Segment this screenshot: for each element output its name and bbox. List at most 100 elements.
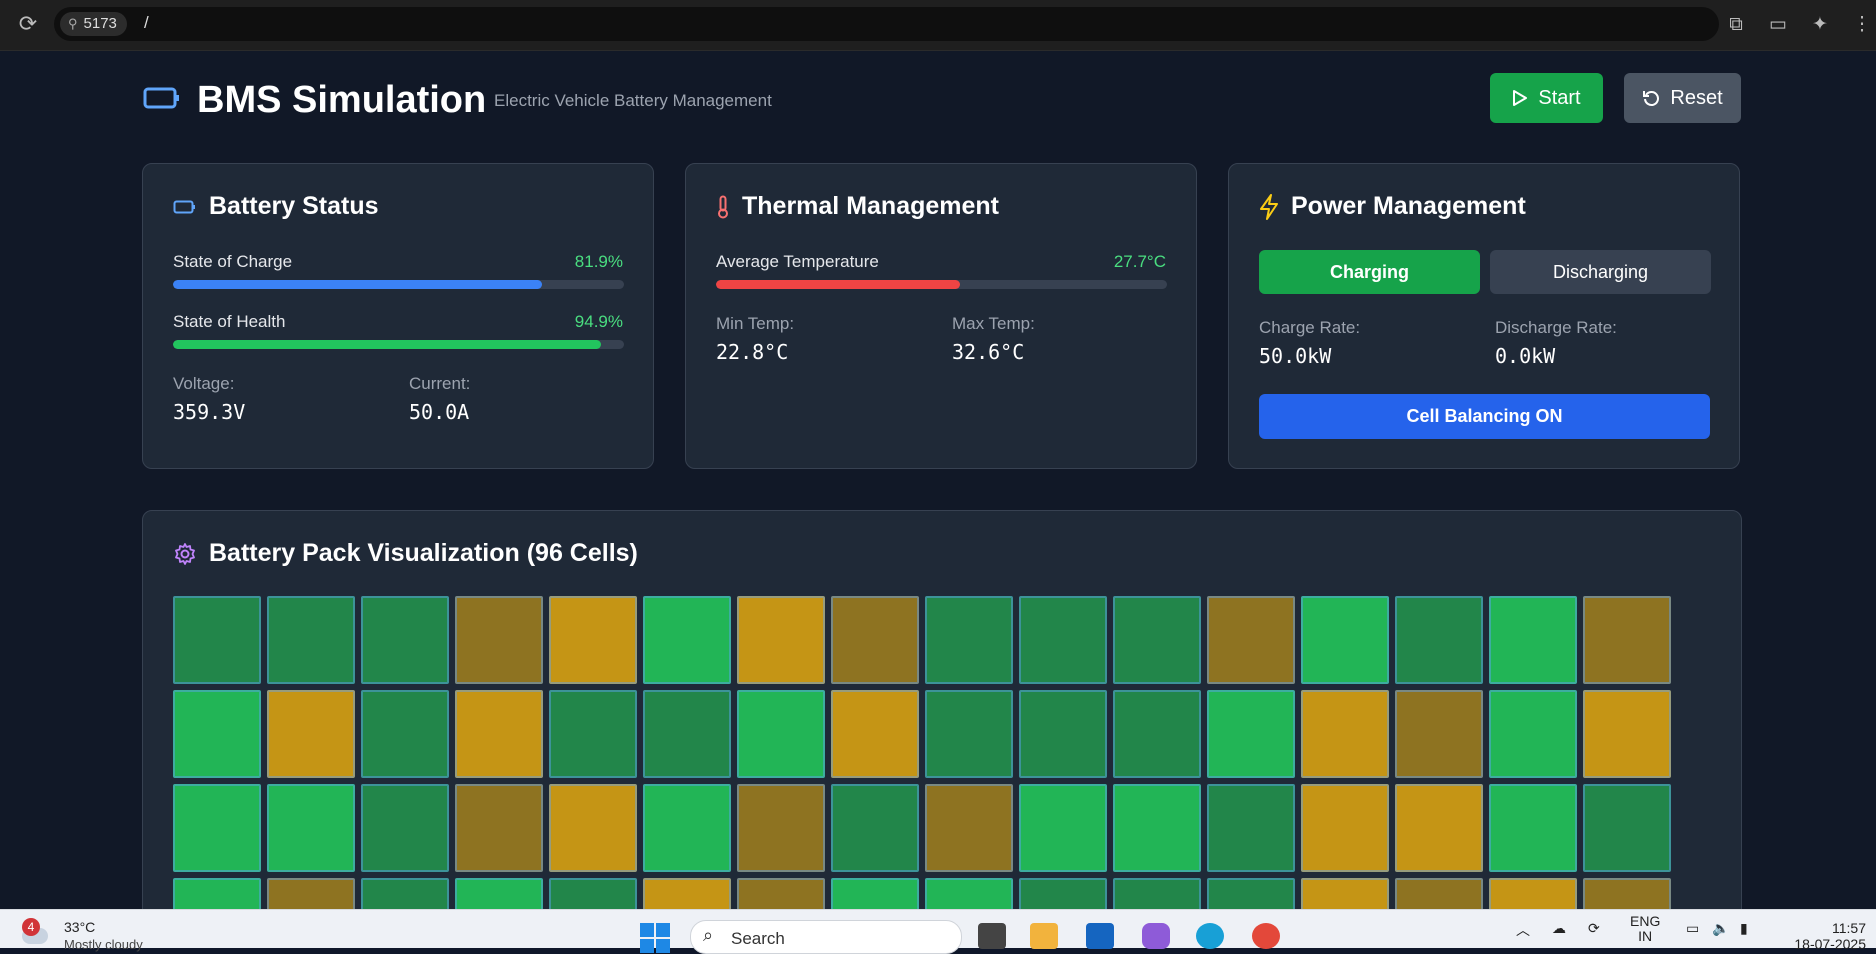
- battery-cell[interactable]: [267, 784, 355, 872]
- battery-cell[interactable]: [643, 690, 731, 778]
- battery-cell[interactable]: [925, 690, 1013, 778]
- battery-cell[interactable]: [737, 690, 825, 778]
- battery-cell[interactable]: [831, 784, 919, 872]
- battery-cell[interactable]: [1583, 596, 1671, 684]
- battery-cell[interactable]: [361, 784, 449, 872]
- battery-cell[interactable]: [1395, 784, 1483, 872]
- battery-status-heading: Battery Status: [173, 192, 379, 221]
- reset-icon: [1643, 91, 1660, 106]
- battery-cell[interactable]: [361, 690, 449, 778]
- file-explorer-icon[interactable]: [1030, 923, 1058, 949]
- temp-bar-fill: [716, 280, 960, 289]
- lightning-icon: [1260, 193, 1278, 220]
- reload-icon[interactable]: ⟳: [14, 10, 42, 38]
- onedrive-icon[interactable]: ☁: [1552, 920, 1566, 937]
- taskbar: 4 33°C Mostly cloudy ⌕ Search ︿ ☁ ⟳ ENG …: [0, 909, 1876, 954]
- battery-cell[interactable]: [361, 596, 449, 684]
- clock-time: 11:57: [1832, 920, 1866, 936]
- clock[interactable]: 11:57 18-07-2025: [1794, 920, 1866, 952]
- tray-chevron-icon[interactable]: ︿: [1516, 920, 1530, 940]
- battery-cell[interactable]: [1583, 784, 1671, 872]
- temp-bar: [716, 280, 1167, 289]
- battery-cell[interactable]: [1301, 784, 1389, 872]
- more-icon[interactable]: ⋮: [1848, 12, 1876, 38]
- cursor-icon[interactable]: ✦: [1806, 12, 1834, 38]
- cell-balancing-button[interactable]: Cell Balancing ON: [1259, 394, 1710, 439]
- windows-start-icon[interactable]: [640, 923, 670, 953]
- battery-cell[interactable]: [1395, 690, 1483, 778]
- store-icon[interactable]: [1086, 923, 1114, 949]
- region-code: IN: [1638, 928, 1653, 944]
- battery-cell[interactable]: [1583, 690, 1671, 778]
- lang-code: ENG: [1630, 913, 1661, 929]
- language-indicator[interactable]: ENG IN: [1630, 914, 1660, 944]
- battery-cell[interactable]: [1113, 596, 1201, 684]
- chrome-icon[interactable]: [1252, 923, 1280, 949]
- battery-cell[interactable]: [643, 596, 731, 684]
- battery-cell[interactable]: [455, 690, 543, 778]
- battery-cell[interactable]: [549, 596, 637, 684]
- reset-button[interactable]: Reset: [1624, 73, 1741, 123]
- voltage-label: Voltage:: [173, 374, 235, 393]
- device-icon[interactable]: ▭: [1764, 12, 1792, 38]
- battery-cell[interactable]: [737, 596, 825, 684]
- address-bar[interactable]: ⚲ 5173 /: [54, 7, 1719, 41]
- battery-cell[interactable]: [1113, 784, 1201, 872]
- soh-bar-fill: [173, 340, 601, 349]
- site-info-chip[interactable]: ⚲ 5173: [60, 12, 127, 36]
- battery-cell[interactable]: [549, 784, 637, 872]
- battery-cell[interactable]: [173, 784, 261, 872]
- open-external-icon[interactable]: ⧉: [1722, 12, 1750, 38]
- task-view-icon[interactable]: [978, 923, 1006, 949]
- battery-cell[interactable]: [1301, 596, 1389, 684]
- weather-temp: 33°C: [64, 919, 96, 935]
- battery-tray-icon[interactable]: ▮: [1740, 920, 1748, 937]
- battery-cell[interactable]: [831, 690, 919, 778]
- battery-status-card: Battery Status State of Charge 81.9% Sta…: [142, 163, 654, 469]
- battery-cell[interactable]: [925, 596, 1013, 684]
- taskbar-search[interactable]: ⌕ Search: [690, 920, 962, 954]
- weather-desc: Mostly cloudy: [64, 937, 143, 952]
- pack-heading: Battery Pack Visualization (96 Cells): [173, 539, 638, 568]
- discharging-button[interactable]: Discharging: [1490, 250, 1711, 294]
- discharge-rate-label: Discharge Rate:: [1495, 318, 1617, 337]
- battery-cell[interactable]: [1019, 690, 1107, 778]
- battery-icon: [173, 200, 195, 213]
- battery-cell[interactable]: [1207, 784, 1295, 872]
- avg-temp-value: 27.7°C: [1113, 252, 1166, 271]
- battery-cell[interactable]: [173, 596, 261, 684]
- battery-cell[interactable]: [455, 596, 543, 684]
- sync-icon[interactable]: ⟳: [1588, 920, 1600, 937]
- start-button[interactable]: Start: [1490, 73, 1603, 123]
- battery-cell[interactable]: [1489, 596, 1577, 684]
- battery-cell[interactable]: [1489, 784, 1577, 872]
- battery-status-title: Battery Status: [209, 192, 379, 220]
- app-root: BMS Simulation Electric Vehicle Battery …: [0, 51, 1876, 930]
- battery-cell[interactable]: [1113, 690, 1201, 778]
- battery-cell[interactable]: [1019, 596, 1107, 684]
- battery-cell[interactable]: [643, 784, 731, 872]
- soh-value: 94.9%: [574, 312, 623, 331]
- copilot-icon[interactable]: [1142, 923, 1170, 949]
- battery-cell[interactable]: [173, 690, 261, 778]
- battery-cell[interactable]: [1207, 596, 1295, 684]
- battery-cell[interactable]: [1207, 690, 1295, 778]
- avg-temp-label: Average Temperature: [716, 252, 879, 271]
- url-path[interactable]: /: [144, 13, 149, 33]
- battery-cell[interactable]: [1395, 596, 1483, 684]
- edge-icon[interactable]: [1196, 923, 1224, 949]
- thermal-title: Thermal Management: [742, 192, 1000, 220]
- battery-cell[interactable]: [267, 690, 355, 778]
- battery-cell[interactable]: [1301, 690, 1389, 778]
- battery-cell[interactable]: [455, 784, 543, 872]
- battery-cell[interactable]: [1489, 690, 1577, 778]
- battery-cell[interactable]: [925, 784, 1013, 872]
- volume-icon[interactable]: 🔈: [1712, 920, 1729, 937]
- battery-cell[interactable]: [831, 596, 919, 684]
- battery-cell[interactable]: [267, 596, 355, 684]
- network-icon[interactable]: ▭: [1686, 920, 1699, 937]
- battery-cell[interactable]: [737, 784, 825, 872]
- charging-button[interactable]: Charging: [1259, 250, 1480, 294]
- battery-cell[interactable]: [549, 690, 637, 778]
- battery-cell[interactable]: [1019, 784, 1107, 872]
